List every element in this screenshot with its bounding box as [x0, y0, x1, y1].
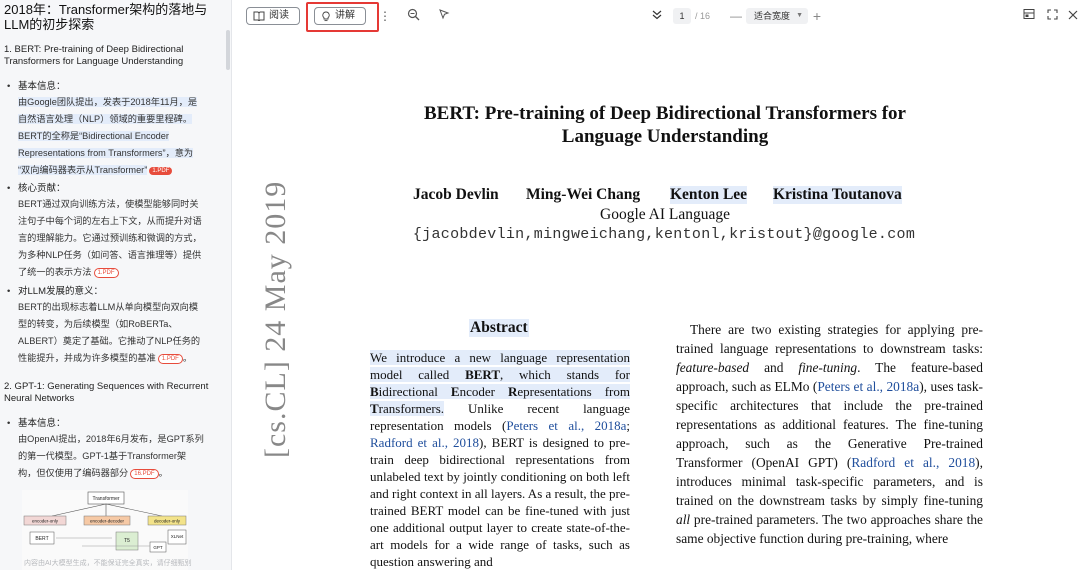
more-options-icon[interactable]: ⋮ [377, 8, 393, 24]
zoom-select[interactable]: 适合宽度 ▼ [746, 8, 808, 24]
abstract-text: We introduce a new language representati… [370, 350, 631, 569]
zoom-in-icon[interactable]: + [809, 8, 825, 24]
abstract-heading: Abstract [469, 319, 529, 337]
fullscreen-icon[interactable] [1044, 8, 1060, 24]
diagram-label: T5 [124, 538, 130, 544]
sidebar-title: 2018年：Transformer架构的落地与LLM的初步探索 [4, 2, 208, 32]
author-name: Kenton Lee [670, 186, 748, 204]
layout-icon[interactable] [1021, 8, 1037, 24]
page-total: / 16 [695, 11, 711, 21]
search-icon[interactable] [405, 8, 421, 24]
read-mode-button[interactable]: 阅读 [246, 7, 300, 25]
bullet-llm-significance: 对LLM发展的意义： [7, 285, 103, 298]
diagram-label: BERT [35, 536, 48, 542]
sidebar-scrollbar[interactable] [226, 30, 230, 70]
zoom-out-icon[interactable]: — [728, 8, 744, 24]
diagram-label: encoder-decoder [90, 519, 125, 524]
ai-summary-sidebar: 2018年：Transformer架构的落地与LLM的初步探索 1. BERT:… [0, 0, 232, 570]
section-heading-bert: 1. BERT: Pre-training of Deep Bidirectio… [4, 44, 184, 67]
bullet-basic-info: 基本信息： [7, 417, 66, 430]
diagram-label: GPT [153, 545, 163, 550]
paper-affiliation: Google AI Language [600, 206, 730, 223]
gpt1-basic-info-text: 由OpenAI提出，2018年6月发布，是GPT系列 的第一代模型。GPT-1基… [18, 434, 204, 479]
bert-llm-significance-text: BERT的出现标志着LLM从单向模型向双向模 型的转变，为后续模型（如RoBER… [18, 302, 201, 364]
book-icon [253, 11, 265, 21]
introduction-text: There are two existing strategies for ap… [676, 322, 984, 546]
close-icon[interactable] [1065, 8, 1080, 24]
read-mode-label: 阅读 [269, 10, 289, 21]
author-name: Kristina Toutanova [773, 186, 902, 204]
bert-core-contribution-text: BERT通过双向训练方法，使模型能够同时关 注句子中每个词的左右上下文，从而提升… [18, 199, 202, 278]
pdf-page: BERT: Pre-training of Deep Bidirectional… [233, 32, 1080, 570]
pdf-reference-badge[interactable]: 16.PDF [130, 469, 159, 479]
pdf-reference-badge[interactable]: 1.PDF [93, 268, 119, 278]
pdf-reference-badge[interactable]: 1.PDF [157, 354, 183, 364]
page-number-input[interactable]: 1 [673, 8, 691, 24]
diagram-label: encoder-only [32, 519, 59, 524]
select-cursor-icon[interactable] [436, 8, 452, 24]
bullet-basic-info: 基本信息： [7, 80, 66, 93]
diagram-label: XLNet [171, 534, 184, 539]
bert-basic-info-text: 由Google团队提出，发表于2018年11月，是 自然语言处理（NLP）领域的… [18, 97, 198, 175]
section-heading-gpt1: 2. GPT-1: Generating Sequences with Recu… [4, 381, 209, 404]
diagram-label: decoder-only [154, 519, 181, 524]
author-name: Jacob Devlin [413, 186, 499, 203]
arxiv-stamp: [cs.CL] 24 May 2019 [259, 180, 292, 458]
bullet-core-contribution: 核心贡献： [7, 182, 66, 195]
author-name: Ming-Wei Chang [526, 186, 641, 203]
explain-button-highlight-frame [306, 2, 379, 32]
paper-emails: {jacobdevlin,mingweichang,kentonl,kristo… [412, 226, 916, 243]
paper-title: BERT: Pre-training of Deep Bidirectional… [423, 103, 906, 147]
chevron-down-icon: ▼ [796, 12, 803, 19]
pdf-reference-badge[interactable]: 1.PDF [149, 167, 173, 175]
diagram-label: Transformer [92, 496, 119, 502]
page-jump-icon[interactable] [649, 8, 665, 24]
ai-disclaimer: 内容由AI大模型生成，不能保证完全真实，请仔细甄别 [24, 560, 192, 567]
